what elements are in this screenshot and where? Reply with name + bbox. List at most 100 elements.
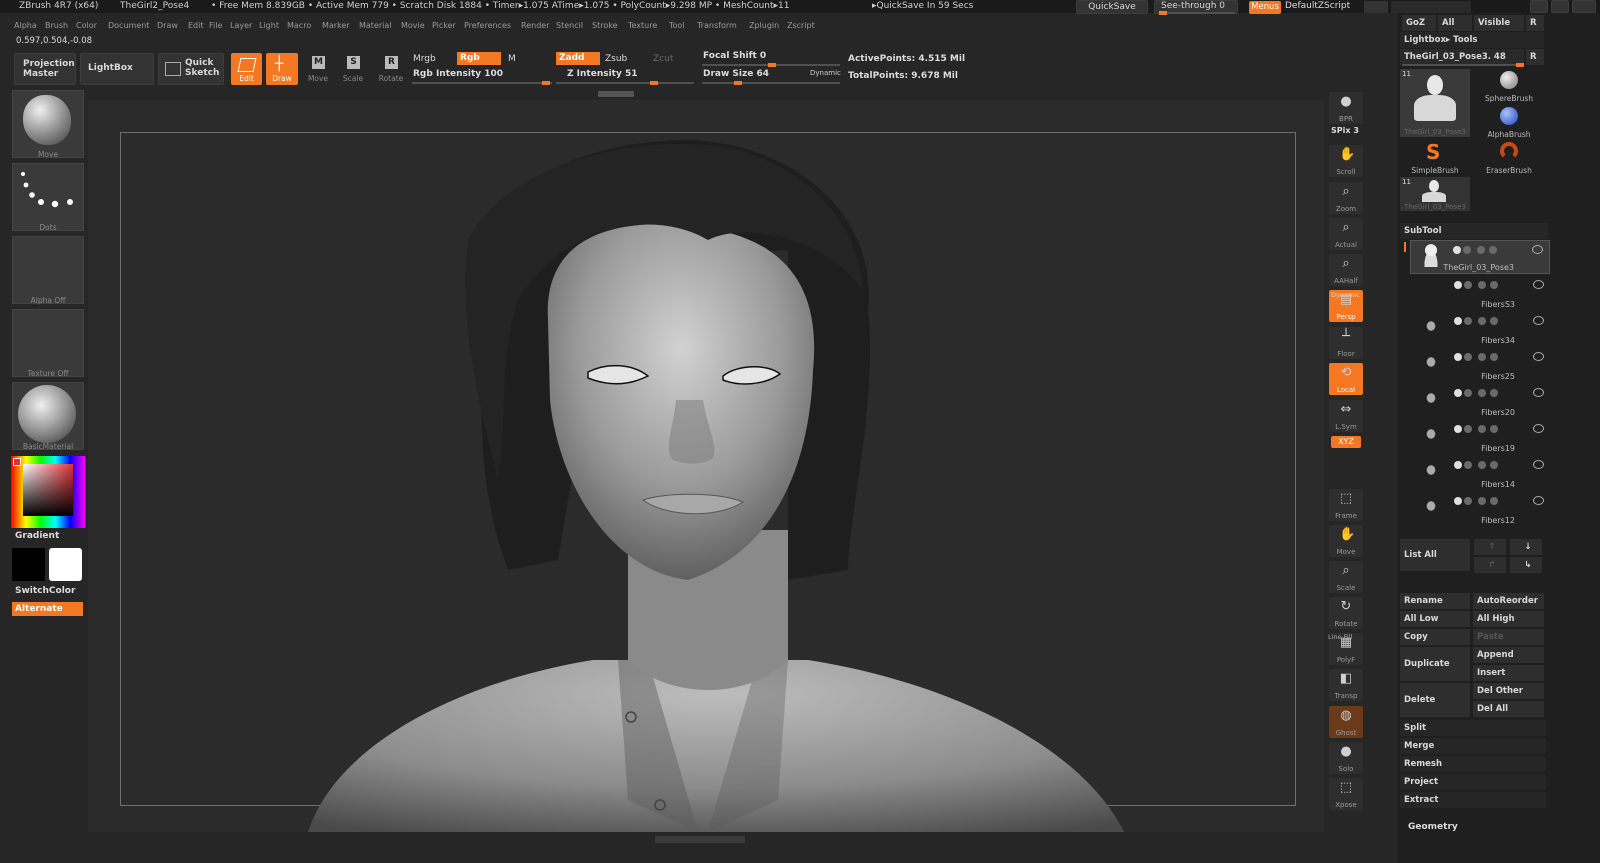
- tool-actual-button[interactable]: ⌕ Actual: [1329, 218, 1363, 250]
- goz-all-button[interactable]: All: [1438, 15, 1472, 31]
- subtool-toggle-icon[interactable]: [1454, 317, 1462, 325]
- menu-transform[interactable]: Transform: [697, 19, 737, 33]
- default-zscript-label[interactable]: DefaultZScript: [1285, 1, 1350, 11]
- tool-thumb-simplebrush[interactable]: S SimpleBrush: [1400, 141, 1470, 175]
- tool-thumb-alphabrush[interactable]: AlphaBrush: [1474, 105, 1544, 139]
- menu-alpha[interactable]: Alpha: [14, 19, 37, 33]
- extract-section[interactable]: Extract: [1400, 792, 1546, 808]
- subtool-visibility-eye-icon[interactable]: [1533, 280, 1544, 289]
- tool-rotate-button[interactable]: ↻ Rotate: [1329, 597, 1363, 629]
- append-button[interactable]: Append: [1473, 647, 1544, 663]
- subtool-visibility-eye-icon[interactable]: [1533, 388, 1544, 397]
- insert-button[interactable]: Insert: [1473, 665, 1544, 681]
- m-button[interactable]: M: [508, 54, 516, 64]
- subtool-toggle-icon[interactable]: [1454, 425, 1462, 433]
- brush-slot[interactable]: Move: [12, 90, 84, 159]
- menu-picker[interactable]: Picker: [432, 19, 456, 33]
- interface-presets-icon[interactable]: [1391, 1, 1471, 13]
- tool-xpose-button[interactable]: ⬚ Xpose: [1329, 778, 1363, 810]
- menu-tool[interactable]: Tool: [669, 19, 685, 33]
- menu-zplugin[interactable]: Zplugin: [749, 19, 779, 33]
- tool-r-button[interactable]: R: [1526, 49, 1544, 65]
- tool-ghost-button[interactable]: ◍ Ghost: [1329, 706, 1363, 738]
- color-picker-square[interactable]: [23, 464, 73, 516]
- z-intensity-knob[interactable]: [650, 81, 658, 85]
- color-picker[interactable]: [11, 456, 85, 528]
- subtool-toggle-icon[interactable]: [1477, 246, 1485, 254]
- subtool-toggle-icon[interactable]: [1464, 497, 1472, 505]
- subtool-toggle-icon[interactable]: [1454, 389, 1462, 397]
- subtool-toggle-icon[interactable]: [1478, 425, 1486, 433]
- layout-toggle-icon[interactable]: [1364, 1, 1388, 13]
- menu-movie[interactable]: Movie: [401, 19, 425, 33]
- gradient-toggle[interactable]: Gradient: [15, 531, 59, 541]
- merge-section[interactable]: Merge: [1400, 738, 1546, 754]
- stroke-slot[interactable]: Dots: [12, 163, 84, 232]
- subtool-visibility-eye-icon[interactable]: [1533, 460, 1544, 469]
- main-color-swatch[interactable]: [12, 548, 45, 581]
- rotate-mode-button[interactable]: R Rotate: [376, 55, 406, 83]
- copy-button[interactable]: Copy: [1400, 629, 1470, 645]
- menu-macro[interactable]: Macro: [287, 19, 311, 33]
- tool-thumb-girl-small[interactable]: 11 TheGirl_03_Pose3: [1400, 177, 1470, 211]
- subtool-visibility-eye-icon[interactable]: [1533, 496, 1544, 505]
- scale-mode-button[interactable]: S Scale: [339, 55, 367, 83]
- mrgb-button[interactable]: Mrgb: [413, 54, 436, 64]
- split-section[interactable]: Split: [1400, 720, 1546, 736]
- bottom-shelf-handle[interactable]: [655, 836, 745, 843]
- minimize-icon[interactable]: [1530, 0, 1548, 13]
- subtool-header[interactable]: SubTool: [1400, 223, 1548, 239]
- menu-edit[interactable]: Edit: [188, 19, 204, 33]
- draw-size-slider[interactable]: [702, 81, 840, 85]
- subtool-toggle-icon[interactable]: [1464, 461, 1472, 469]
- subtool-arrow-right-icon[interactable]: ↳: [1510, 557, 1542, 573]
- subtool-row[interactable]: TheGirl_03_Pose3: [1410, 240, 1550, 274]
- menu-stencil[interactable]: Stencil: [556, 19, 583, 33]
- tool-thumb-spherebrush[interactable]: SphereBrush: [1474, 69, 1544, 103]
- tool-count-knob[interactable]: [1516, 63, 1524, 67]
- tool-floor-button[interactable]: ┴ Floor: [1329, 327, 1363, 359]
- dynamic-toggle[interactable]: Dynamic: [810, 69, 841, 77]
- move-mode-button[interactable]: M Move: [304, 55, 332, 83]
- menu-preferences[interactable]: Preferences: [464, 19, 511, 33]
- projection-master-button[interactable]: Projection Master: [14, 53, 76, 85]
- subtool-toggle-icon[interactable]: [1490, 497, 1498, 505]
- girl-bust-model[interactable]: [88, 100, 1324, 832]
- quick-sketch-button[interactable]: Quick Sketch: [158, 53, 224, 85]
- geometry-header[interactable]: Geometry: [1408, 822, 1458, 832]
- material-slot[interactable]: BasicMaterial: [12, 382, 84, 451]
- close-icon[interactable]: [1572, 0, 1596, 13]
- menu-marker[interactable]: Marker: [322, 19, 350, 33]
- subtool-toggle-icon[interactable]: [1464, 389, 1472, 397]
- subtool-toggle-icon[interactable]: [1490, 389, 1498, 397]
- subtool-row[interactable]: Fibers20: [1410, 384, 1550, 418]
- subtool-toggle-icon[interactable]: [1464, 425, 1472, 433]
- tool-count-slider[interactable]: [1402, 63, 1524, 67]
- menus-button[interactable]: Menus: [1249, 1, 1281, 14]
- subtool-toggle-icon[interactable]: [1478, 461, 1486, 469]
- tool-move-button[interactable]: ✋ Move: [1329, 525, 1363, 557]
- tool-scale-button[interactable]: ⌕ Scale: [1329, 561, 1363, 593]
- menu-light[interactable]: Light: [259, 19, 279, 33]
- subtool-toggle-icon[interactable]: [1478, 281, 1486, 289]
- all-low-button[interactable]: All Low: [1400, 611, 1470, 627]
- current-tool-slider[interactable]: TheGirl_03_Pose3. 48: [1400, 49, 1524, 65]
- alpha-slot[interactable]: Alpha Off: [12, 236, 84, 305]
- subtool-toggle-icon[interactable]: [1490, 281, 1498, 289]
- list-all-button[interactable]: List All: [1400, 539, 1470, 571]
- subtool-arrow-left-icon[interactable]: ↱: [1474, 557, 1506, 573]
- subtool-toggle-icon[interactable]: [1478, 389, 1486, 397]
- zcut-button[interactable]: Zcut: [653, 54, 673, 64]
- menu-file[interactable]: File: [209, 19, 222, 33]
- del-all-button[interactable]: Del All: [1473, 701, 1544, 717]
- subtool-row[interactable]: FibersS3: [1410, 276, 1550, 310]
- subtool-row[interactable]: Fibers34: [1410, 312, 1550, 346]
- rgb-intensity-slider[interactable]: [412, 81, 552, 85]
- remesh-section[interactable]: Remesh: [1400, 756, 1546, 772]
- subtool-row[interactable]: Fibers19: [1410, 420, 1550, 454]
- subtool-toggle-icon[interactable]: [1454, 281, 1462, 289]
- menu-render[interactable]: Render: [521, 19, 549, 33]
- quicksave-button[interactable]: QuickSave: [1076, 0, 1148, 14]
- project-section[interactable]: Project: [1400, 774, 1546, 790]
- subtool-row[interactable]: Fibers14: [1410, 456, 1550, 490]
